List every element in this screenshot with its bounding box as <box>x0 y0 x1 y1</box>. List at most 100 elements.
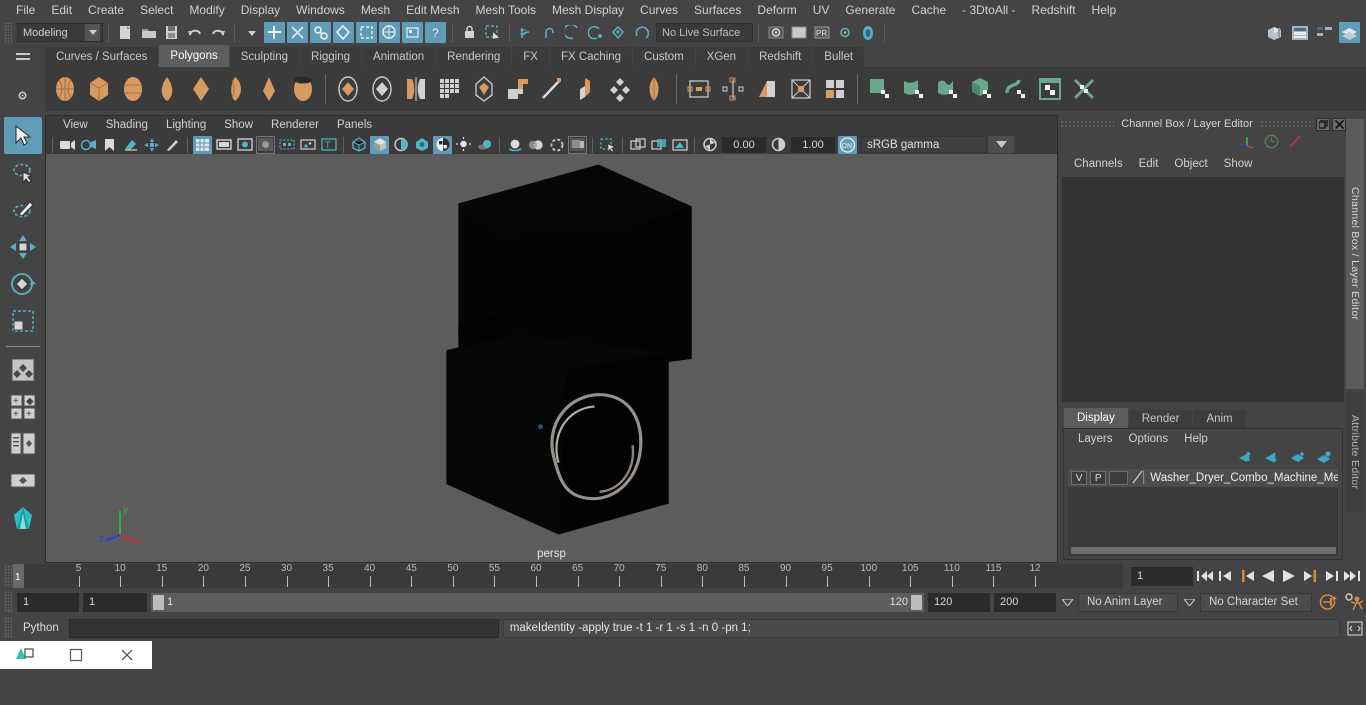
maya-logo-icon[interactable] <box>4 499 42 536</box>
show-hide-modeling-toolkit-icon[interactable] <box>1264 22 1285 43</box>
new-scene-icon[interactable] <box>115 22 136 43</box>
range-end-time-field[interactable]: 120 <box>928 592 990 612</box>
channel-box-menu-edit[interactable]: Edit <box>1131 158 1167 170</box>
poly-cube-icon[interactable] <box>83 73 115 105</box>
play-forwards-icon[interactable] <box>1281 568 1297 584</box>
use-default-material-icon[interactable] <box>412 136 431 154</box>
step-forward-frame-icon[interactable] <box>1323 568 1339 584</box>
bridge-icon[interactable] <box>604 73 636 105</box>
new-layer-from-selected-icon[interactable] <box>1316 450 1332 466</box>
select-by-component-icon[interactable] <box>310 22 331 43</box>
move-layer-down-icon[interactable] <box>1264 451 1280 466</box>
anim-layer-field[interactable]: No Anim Layer <box>1078 592 1178 612</box>
grease-pencil-icon[interactable] <box>163 136 182 154</box>
go-to-end-icon[interactable] <box>1344 568 1360 584</box>
range-slider-right-handle[interactable] <box>911 594 922 610</box>
menu-item-select[interactable]: Select <box>132 0 181 20</box>
quick-layout-outliner-persp-icon[interactable] <box>4 425 42 462</box>
menu-item-create[interactable]: Create <box>80 0 132 20</box>
connect-components-icon[interactable] <box>785 73 817 105</box>
viewport-menu-shading[interactable]: Shading <box>97 116 157 135</box>
layer-list-horizontal-scrollbar[interactable] <box>1068 545 1338 556</box>
select-mask-face-icon[interactable] <box>379 22 400 43</box>
layer-row[interactable]: V P Washer_Dryer_Combo_Machine_Meta <box>1068 469 1338 487</box>
anim-end-time-field[interactable]: 200 <box>994 592 1056 612</box>
minimize-window-button[interactable] <box>56 641 96 669</box>
menu-item-edit-mesh[interactable]: Edit Mesh <box>398 0 467 20</box>
quick-layout-four-view-icon[interactable]: + ◆ + + <box>4 388 42 425</box>
open-scene-icon[interactable] <box>138 22 159 43</box>
step-back-frame-icon[interactable] <box>1218 568 1234 584</box>
poly-cone-icon[interactable] <box>151 73 183 105</box>
select-mask-uv-icon[interactable] <box>402 22 423 43</box>
bookmark-icon[interactable] <box>100 136 119 154</box>
channel-box-menu-object[interactable]: Object <box>1166 158 1215 170</box>
save-scene-icon[interactable] <box>161 22 182 43</box>
lasso-select-tool-icon[interactable] <box>4 154 42 191</box>
texture-display-icon[interactable] <box>433 135 452 154</box>
viewport-menu-lighting[interactable]: Lighting <box>157 116 215 135</box>
ipr-render-icon[interactable]: PR <box>811 22 832 43</box>
command-language-label[interactable]: Python <box>17 622 65 634</box>
poly-pipe-icon[interactable] <box>287 73 319 105</box>
anim-start-time-field[interactable]: 1 <box>17 592 79 612</box>
xray-icon[interactable] <box>277 136 296 154</box>
append-polygon-icon[interactable] <box>638 73 670 105</box>
open-render-view-icon[interactable] <box>765 22 786 43</box>
shadows-icon[interactable] <box>475 136 494 154</box>
uv-cylindrical-map-icon[interactable] <box>898 73 930 105</box>
menu-item-uv[interactable]: UV <box>805 0 838 20</box>
viewport-menu-view[interactable]: View <box>54 116 97 135</box>
close-window-button[interactable] <box>107 641 147 669</box>
menu-item-generate[interactable]: Generate <box>837 0 903 20</box>
screen-space-ao-icon[interactable] <box>505 136 524 154</box>
menu-item-edit[interactable]: Edit <box>43 0 80 20</box>
shelf-tab-bullet[interactable]: Bullet <box>813 47 865 67</box>
layer-tab-render[interactable]: Render <box>1128 410 1193 428</box>
animation-preferences-icon[interactable] <box>1342 593 1366 611</box>
snap-to-curve-icon[interactable] <box>539 22 560 43</box>
axis-marker-icon[interactable] <box>1238 134 1255 152</box>
anti-aliasing-icon[interactable] <box>547 136 566 154</box>
use-all-lights-icon[interactable] <box>454 136 473 154</box>
exposure-icon[interactable] <box>298 136 317 154</box>
uv-layout-icon[interactable] <box>1068 73 1100 105</box>
menu-item-display[interactable]: Display <box>233 0 288 20</box>
rotate-tool-icon[interactable] <box>4 265 42 302</box>
shelf-tab-fx-caching[interactable]: FX Caching <box>549 47 633 67</box>
restore-window-button[interactable] <box>5 641 45 669</box>
move-tool-icon[interactable] <box>4 228 42 265</box>
play-backwards-icon[interactable] <box>1260 568 1276 584</box>
exposure-value-field[interactable]: 0.00 <box>722 136 766 153</box>
menu-item-3dtoall[interactable]: - 3DtoAll - <box>954 0 1023 20</box>
anim-layer-dropdown-arrow-icon[interactable] <box>1060 593 1074 612</box>
channel-box-menu-channels[interactable]: Channels <box>1066 158 1131 170</box>
menu-item-mesh-tools[interactable]: Mesh Tools <box>468 0 544 20</box>
range-slider-left-handle[interactable] <box>153 594 164 610</box>
hypershade-icon[interactable] <box>857 22 878 43</box>
layer-playback-toggle[interactable]: P <box>1090 471 1107 485</box>
auto-keyframe-toggle-icon[interactable] <box>1316 594 1338 610</box>
time-slider[interactable]: 1 5 10 15 20 25 30 35 40 45 50 55 60 65 70 75 80 85 90 95 1… <box>13 564 1123 588</box>
layer-color-swatch-icon[interactable] <box>1131 469 1145 488</box>
step-forward-key-icon[interactable] <box>1302 568 1318 584</box>
menu-item-mesh-display[interactable]: Mesh Display <box>544 0 632 20</box>
color-management-toggle-icon[interactable]: ON <box>838 135 857 154</box>
poly-booleans-icon[interactable] <box>819 73 851 105</box>
make-live-icon[interactable] <box>631 22 652 43</box>
show-hide-tool-settings-icon[interactable] <box>1314 22 1335 43</box>
snap-to-point-icon[interactable] <box>562 22 583 43</box>
shelf-tab-xgen[interactable]: XGen <box>695 47 748 67</box>
duplicate-view-icon[interactable] <box>628 136 647 154</box>
gamma-value-field[interactable]: 1.00 <box>791 136 835 153</box>
side-tab-channel-box-layer-editor[interactable]: Channel Box / Layer Editor <box>1346 119 1364 389</box>
side-tab-attribute-editor[interactable]: Attribute Editor <box>1346 392 1364 512</box>
layer-list[interactable]: V P Washer_Dryer_Combo_Machine_Meta <box>1068 469 1338 545</box>
render-settings-icon[interactable] <box>834 22 855 43</box>
highlight-selection-icon[interactable] <box>482 22 503 43</box>
select-camera-icon[interactable] <box>58 136 77 154</box>
shelf-tab-polygons[interactable]: Polygons <box>159 45 229 67</box>
layer-display-type-toggle[interactable] <box>1109 471 1129 485</box>
uv-unfold-icon[interactable] <box>1000 73 1032 105</box>
select-by-hierarchy-icon[interactable] <box>264 22 285 43</box>
